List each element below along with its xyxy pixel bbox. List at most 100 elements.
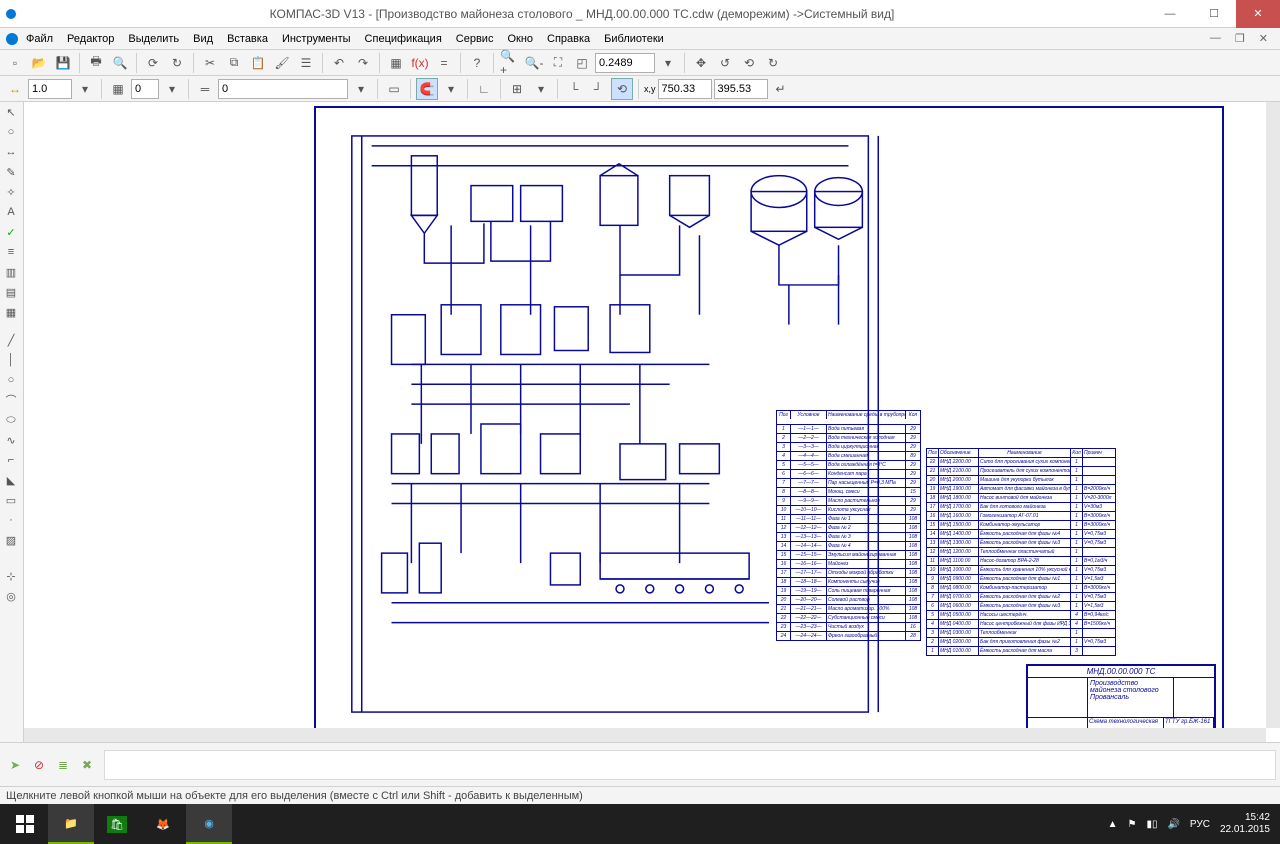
- tool-select2[interactable]: ▥: [0, 262, 22, 282]
- menu-select[interactable]: Выделить: [122, 31, 185, 47]
- undo-button[interactable]: ↶: [328, 52, 350, 74]
- open-button[interactable]: 📂: [28, 52, 50, 74]
- tool-report[interactable]: ▦: [0, 302, 22, 322]
- tool-rect[interactable]: ▭: [0, 490, 22, 510]
- redraw-button[interactable]: ⟲: [738, 52, 760, 74]
- orbit-button[interactable]: ↻: [762, 52, 784, 74]
- tool-text[interactable]: A: [0, 202, 22, 222]
- tool-offset[interactable]: ◎: [0, 586, 22, 606]
- prop-help-button[interactable]: ≣: [52, 754, 74, 776]
- zoom-in-button[interactable]: 🔍+: [499, 52, 521, 74]
- menu-spec[interactable]: Спецификация: [359, 31, 448, 47]
- step-input[interactable]: [28, 79, 72, 99]
- style-input[interactable]: [218, 79, 348, 99]
- tray-sound-icon[interactable]: 🔊: [1167, 819, 1179, 830]
- mdi-close[interactable]: ✕: [1253, 32, 1274, 45]
- manager-button[interactable]: ▦: [385, 52, 407, 74]
- tool-trim[interactable]: ⊹: [0, 566, 22, 586]
- task-firefox[interactable]: 🦊: [140, 804, 186, 844]
- hscrollbar[interactable]: [24, 728, 1266, 742]
- tray-action-icon[interactable]: ⚑: [1127, 819, 1136, 830]
- cut-button[interactable]: ✂: [199, 52, 221, 74]
- snap-step-button[interactable]: ↔: [4, 78, 26, 100]
- menu-edit[interactable]: Редактор: [61, 31, 120, 47]
- zoom-dropdown[interactable]: ▾: [657, 52, 679, 74]
- zoom-out-button[interactable]: 🔍-: [523, 52, 545, 74]
- maximize-button[interactable]: ☐: [1192, 0, 1236, 28]
- save-button[interactable]: 💾: [52, 52, 74, 74]
- coord-ok-button[interactable]: ↵: [770, 78, 792, 100]
- step-dropdown[interactable]: ▾: [74, 78, 96, 100]
- magnet-button[interactable]: 🧲: [416, 78, 438, 100]
- layers-button[interactable]: ▦: [107, 78, 129, 100]
- tool-edit[interactable]: ✧: [0, 182, 22, 202]
- close-button[interactable]: ✕: [1236, 0, 1280, 28]
- vars-button[interactable]: f(x): [409, 52, 431, 74]
- coord-y-input[interactable]: [714, 79, 768, 99]
- system-tray[interactable]: ▲ ⚑ ▮▯ 🔊 РУС 15:4222.01.2015: [1100, 812, 1278, 836]
- tool-fillet[interactable]: ⌐: [0, 450, 22, 470]
- menu-tools[interactable]: Инструменты: [276, 31, 357, 47]
- style-dropdown[interactable]: ▾: [350, 78, 372, 100]
- prop-cancel-button[interactable]: ✖: [76, 754, 98, 776]
- mdi-minimize[interactable]: —: [1204, 32, 1227, 45]
- grid-dropdown[interactable]: ▾: [530, 78, 552, 100]
- menu-libraries[interactable]: Библиотеки: [598, 31, 670, 47]
- menu-insert[interactable]: Вставка: [221, 31, 274, 47]
- prop-apply-button[interactable]: ➤: [4, 754, 26, 776]
- tool-param[interactable]: ✓: [0, 222, 22, 242]
- tray-network-icon[interactable]: ▮▯: [1146, 819, 1157, 830]
- minimize-button[interactable]: —: [1148, 0, 1192, 28]
- prop-stop-button[interactable]: ⊘: [28, 754, 50, 776]
- menu-view[interactable]: Вид: [187, 31, 219, 47]
- redo-button[interactable]: ↷: [352, 52, 374, 74]
- zoom-fit-button[interactable]: ⛶: [547, 52, 569, 74]
- linestyle-button[interactable]: ═: [194, 78, 216, 100]
- equal-button[interactable]: =: [433, 52, 455, 74]
- proj-button[interactable]: ▭: [383, 78, 405, 100]
- pan-button[interactable]: ✥: [690, 52, 712, 74]
- tool-vline[interactable]: │: [0, 350, 22, 370]
- tool-hatch[interactable]: ▨: [0, 530, 22, 550]
- coord-x-input[interactable]: [658, 79, 712, 99]
- mdi-restore[interactable]: ❐: [1229, 32, 1251, 45]
- brush-button[interactable]: 🖌: [271, 52, 293, 74]
- zoom-prev-button[interactable]: ↺: [714, 52, 736, 74]
- task-kompas[interactable]: ◉: [186, 804, 232, 844]
- tool-line[interactable]: ╱: [0, 330, 22, 350]
- zoom-input[interactable]: [595, 53, 655, 73]
- zoom-window-button[interactable]: ◰: [571, 52, 593, 74]
- tool-notes[interactable]: ✎: [0, 162, 22, 182]
- tray-lang[interactable]: РУС: [1190, 819, 1210, 830]
- help-button[interactable]: ?: [466, 52, 488, 74]
- menu-window[interactable]: Окно: [501, 31, 539, 47]
- print-button[interactable]: 🖶: [85, 52, 107, 74]
- task-store[interactable]: 🛍: [94, 804, 140, 844]
- tool-spec[interactable]: ▤: [0, 282, 22, 302]
- reload-button[interactable]: ⟳: [142, 52, 164, 74]
- tool-measure[interactable]: ≡: [0, 242, 22, 262]
- refresh-button[interactable]: ↻: [166, 52, 188, 74]
- tool-geom[interactable]: ○: [0, 122, 22, 142]
- tray-up-icon[interactable]: ▲: [1108, 819, 1118, 830]
- round-toggle[interactable]: ⟲: [611, 78, 633, 100]
- tool-chamfer[interactable]: ◣: [0, 470, 22, 490]
- tool-dim[interactable]: ↔: [0, 142, 22, 162]
- tool-ellipse[interactable]: ⬭: [0, 410, 22, 430]
- tool-select[interactable]: ↖: [0, 102, 22, 122]
- menu-file[interactable]: Файл: [20, 31, 59, 47]
- vscrollbar[interactable]: [1266, 102, 1280, 728]
- axes-button[interactable]: ∟: [473, 78, 495, 100]
- canvas[interactable]: ПозУсловноеНаименование среды в трубопро…: [24, 102, 1280, 742]
- layer-dropdown[interactable]: ▾: [161, 78, 183, 100]
- layer-input[interactable]: [131, 79, 159, 99]
- tool-spline[interactable]: ∿: [0, 430, 22, 450]
- tool-circle[interactable]: ○: [0, 370, 22, 390]
- paste-button[interactable]: 📋: [247, 52, 269, 74]
- properties-button[interactable]: ☰: [295, 52, 317, 74]
- ortho-toggle[interactable]: └: [563, 78, 585, 100]
- grid-button[interactable]: ⊞: [506, 78, 528, 100]
- start-button[interactable]: [2, 804, 48, 844]
- task-explorer[interactable]: 📁: [48, 804, 94, 844]
- new-doc-button[interactable]: ▫: [4, 52, 26, 74]
